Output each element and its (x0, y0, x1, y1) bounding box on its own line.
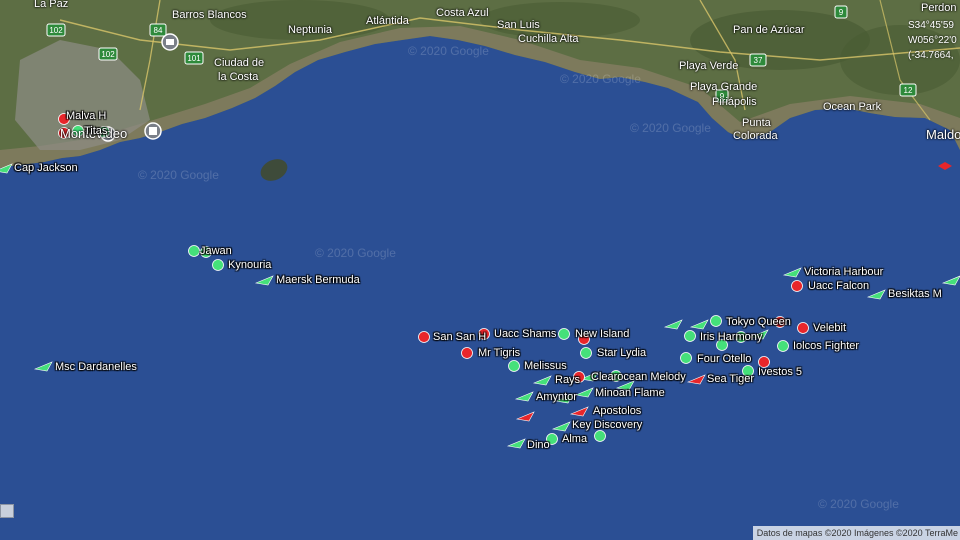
vessel-label[interactable]: Apostolos (593, 405, 641, 417)
vessel-label[interactable]: Sea Tiger (707, 373, 754, 385)
vessel-marker-icon[interactable] (594, 430, 606, 442)
vessel-label[interactable]: Jawan (200, 245, 232, 257)
vessel-label[interactable]: Besiktas M (888, 288, 942, 300)
vessel-marker-icon[interactable] (188, 245, 200, 257)
vessel-label[interactable]: Titas (84, 125, 107, 137)
svg-text:37: 37 (754, 56, 763, 65)
vessel-marker-icon[interactable] (777, 340, 789, 352)
vessel-label[interactable]: Star Lydia (597, 347, 646, 359)
place-label: Ciudad de (214, 57, 265, 69)
vessel-label[interactable]: Melissus (524, 360, 567, 372)
place-label: Neptunia (288, 24, 333, 36)
map-watermark: © 2020 Google (560, 72, 641, 86)
vessel-label[interactable]: Four Otello (697, 353, 751, 365)
vessel-label[interactable]: Key Discovery (572, 419, 642, 431)
road-shield-icon: 12 (899, 83, 917, 97)
map-attribution: Datos de mapas ©2020 Imágenes ©2020 Terr… (752, 526, 960, 540)
vessel-label[interactable]: Clearocean Melody (591, 371, 686, 383)
vessel-label[interactable]: New Island (575, 328, 629, 340)
vessel-label[interactable]: Iolcos Fighter (793, 340, 859, 352)
vessel-label[interactable]: Dino (527, 439, 550, 451)
vessel-marker-icon[interactable] (680, 352, 692, 364)
vessel-marker-icon[interactable] (710, 315, 722, 327)
map-watermark: © 2020 Google (315, 246, 396, 260)
vessel-marker-icon[interactable] (791, 280, 803, 292)
vessel-label[interactable]: San San H (433, 331, 486, 343)
vessel-label[interactable]: Uacc Shams (494, 328, 556, 340)
vessel-label[interactable]: Kynouria (228, 259, 271, 271)
map-watermark: © 2020 Google (630, 121, 711, 135)
svg-text:101: 101 (187, 54, 201, 63)
vessel-label[interactable]: Msc Dardanelles (55, 361, 137, 373)
vessel-marker-icon[interactable] (212, 259, 224, 271)
coordinates-readout: S34°45'59 W056°22'0 (-34.7664, (908, 18, 960, 63)
road-shield-icon: 102 (46, 23, 66, 37)
vessel-label[interactable]: Tokyo Queen (726, 316, 791, 328)
vessel-label[interactable]: Uacc Falcon (808, 280, 869, 292)
road-shield-icon: 84 (149, 23, 167, 37)
road-shield-icon: 37 (749, 53, 767, 67)
vessel-label[interactable]: Cap Jackson (14, 162, 78, 174)
vessel-label[interactable]: Malva H (66, 110, 106, 122)
vessel-marker-icon[interactable] (558, 328, 570, 340)
shopping-icon[interactable] (161, 33, 179, 51)
place-label: Piriápolis (712, 96, 757, 108)
vessel-label[interactable]: Victoria Harbour (804, 266, 883, 278)
place-label: Costa Azul (436, 7, 489, 19)
vessel-label[interactable]: Mr Tigris (478, 347, 520, 359)
place-label: Perdon (921, 2, 957, 14)
vessel-marker-icon[interactable] (418, 331, 430, 343)
map-type-control[interactable] (0, 504, 14, 518)
place-label: Cuchilla Alta (518, 33, 579, 45)
place-label: Playa Verde (679, 60, 739, 72)
map-watermark: © 2020 Google (138, 168, 219, 182)
latitude-text: S34°45'59 (908, 20, 954, 31)
vessel-marker-icon[interactable] (797, 322, 809, 334)
place-label: San Luis (497, 19, 540, 31)
svg-text:102: 102 (101, 50, 115, 59)
vessel-label[interactable]: Rays (555, 374, 580, 386)
svg-text:9: 9 (839, 8, 844, 17)
svg-text:84: 84 (154, 26, 163, 35)
place-label: Pan de Azúcar (733, 24, 805, 36)
place-label: La Paz (34, 0, 69, 10)
road-shield-icon: 9 (834, 5, 848, 19)
road-shield-icon: 101 (184, 51, 204, 65)
map-watermark: © 2020 Google (408, 44, 489, 58)
vessel-marker-icon[interactable] (508, 360, 520, 372)
road-shield-icon: 102 (98, 47, 118, 61)
vessel-marker-icon[interactable] (580, 347, 592, 359)
place-label: Barros Blancos (172, 9, 247, 21)
longitude-text: W056°22'0 (908, 35, 957, 46)
place-label: Ocean Park (823, 101, 882, 113)
vessel-label[interactable]: Alma (562, 433, 587, 445)
decimal-coords-text: (-34.7664, (908, 50, 954, 61)
place-label: Playa Grande (690, 81, 758, 93)
vessel-label[interactable]: Iris Harmony (700, 331, 762, 343)
svg-text:102: 102 (49, 26, 63, 35)
place-label: Maldo (926, 127, 960, 142)
vessel-marker-icon[interactable] (461, 347, 473, 359)
vessel-marker-icon[interactable] (684, 330, 696, 342)
vessel-label[interactable]: Maersk Bermuda (276, 274, 360, 286)
vessel-label[interactable]: Velebit (813, 322, 846, 334)
place-label: Punta (742, 117, 771, 129)
map-watermark: © 2020 Google (818, 497, 899, 511)
vessel-label[interactable]: Amyntor (536, 391, 577, 403)
vessel-label[interactable]: Ivestos 5 (758, 366, 802, 378)
svg-text:12: 12 (904, 86, 913, 95)
vessel-label[interactable]: Minoan Flame (595, 387, 665, 399)
place-label: la Costa (218, 71, 259, 83)
building-icon[interactable] (144, 122, 162, 140)
place-label: Atlántida (366, 15, 409, 27)
place-label: Colorada (733, 130, 778, 142)
